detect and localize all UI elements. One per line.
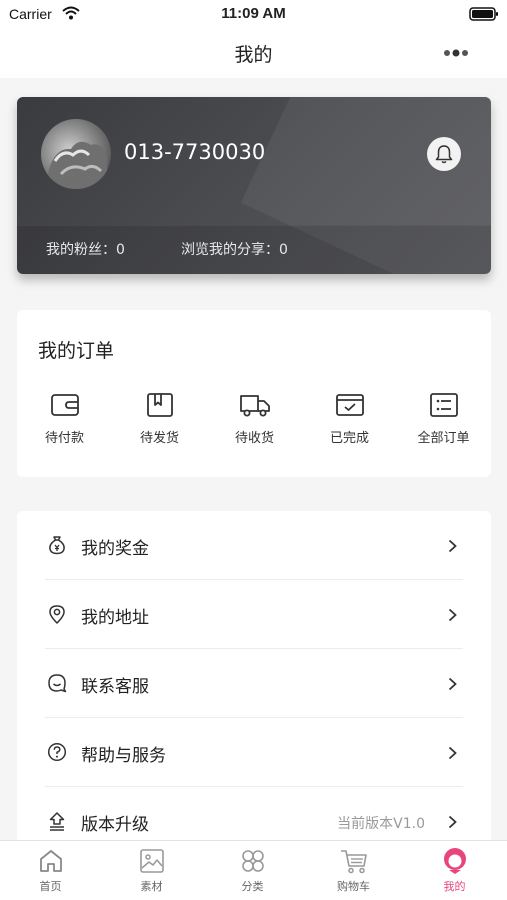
menu-card: 我的奖金 我的地址 联系客服 帮助与服务 版本升级 当前版本V1.0	[17, 511, 491, 851]
image-icon	[139, 849, 164, 873]
tab-label: 购物车	[337, 880, 370, 893]
notification-button[interactable]	[427, 137, 461, 171]
order-item-label: 待收货	[234, 431, 274, 446]
chevron-right-icon	[448, 815, 457, 829]
order-all[interactable]: 全部订单	[396, 392, 491, 452]
menu-item-label: 帮助与服务	[81, 746, 166, 766]
profile-stats: 我的粉丝：0 浏览我的分享：0	[17, 225, 491, 274]
tab-home[interactable]: 首页	[0, 847, 101, 897]
menu-item-label: 版本升级	[81, 815, 149, 835]
tab-label: 分类	[241, 880, 264, 893]
check-box-icon	[335, 394, 364, 416]
order-completed[interactable]: 已完成	[302, 392, 397, 452]
chevron-right-icon	[448, 539, 457, 553]
order-card: 我的订单 待付款 待发货 待收货 已完成 全部订单	[17, 310, 491, 477]
menu-item-customer-service[interactable]: 联系客服	[17, 649, 491, 718]
order-item-label: 待付款	[44, 431, 84, 446]
nav-bar: 我的	[0, 28, 507, 78]
order-item-label: 待发货	[139, 431, 179, 446]
location-pin-icon	[49, 605, 65, 624]
cart-icon	[340, 850, 367, 874]
help-icon	[47, 742, 67, 762]
avatar-image	[45, 141, 107, 189]
chevron-right-icon	[448, 677, 457, 691]
tab-label: 首页	[39, 880, 62, 893]
tab-materials[interactable]: 素材	[101, 847, 202, 897]
tab-category[interactable]: 分类	[202, 847, 303, 897]
chevron-right-icon	[448, 746, 457, 760]
menu-item-label: 我的地址	[81, 608, 149, 628]
list-icon	[429, 393, 458, 417]
version-value: 当前版本V1.0	[337, 816, 425, 832]
package-icon	[146, 393, 173, 417]
order-pending-receipt[interactable]: 待收货	[207, 392, 302, 452]
profile-phone: 013-7730030	[124, 140, 266, 164]
tab-profile[interactable]: 我的	[404, 847, 505, 897]
menu-item-label: 联系客服	[81, 677, 149, 697]
avatar[interactable]	[41, 119, 111, 189]
order-pending-payment[interactable]: 待付款	[17, 392, 112, 452]
order-pending-shipment[interactable]: 待发货	[112, 392, 207, 452]
truck-icon	[239, 395, 270, 417]
battery-icon	[469, 7, 498, 21]
tab-label: 素材	[140, 880, 163, 893]
status-time: 11:09 AM	[221, 5, 286, 22]
menu-item-bonus[interactable]: 我的奖金	[17, 511, 491, 580]
order-item-label: 已完成	[329, 431, 369, 446]
wallet-icon	[50, 394, 79, 416]
tab-bar: 首页 素材 分类 购物车 我的	[0, 840, 507, 900]
order-item-label: 全部订单	[417, 431, 470, 446]
menu-item-address[interactable]: 我的地址	[17, 580, 491, 649]
chevron-right-icon	[448, 608, 457, 622]
home-icon	[39, 850, 62, 872]
money-bag-icon	[49, 536, 65, 555]
chat-icon	[48, 674, 67, 693]
page-title: 我的	[234, 44, 273, 66]
more-icon[interactable]	[443, 49, 469, 57]
tab-label: 我的	[443, 880, 466, 893]
menu-item-help[interactable]: 帮助与服务	[17, 718, 491, 787]
share-views-count[interactable]: 浏览我的分享：0	[181, 239, 288, 259]
status-bar: Carrier 11:09 AM	[0, 0, 507, 28]
category-icon	[241, 850, 264, 872]
bell-icon	[435, 145, 453, 164]
order-title: 我的订单	[38, 340, 115, 362]
menu-item-label: 我的奖金	[81, 539, 149, 559]
upgrade-icon	[49, 812, 65, 831]
profile-card: 013-7730030 我的粉丝：0 浏览我的分享：0	[17, 97, 491, 274]
fans-count[interactable]: 我的粉丝：0	[46, 239, 125, 259]
profile-icon	[443, 848, 466, 874]
tab-cart[interactable]: 购物车	[303, 847, 404, 897]
